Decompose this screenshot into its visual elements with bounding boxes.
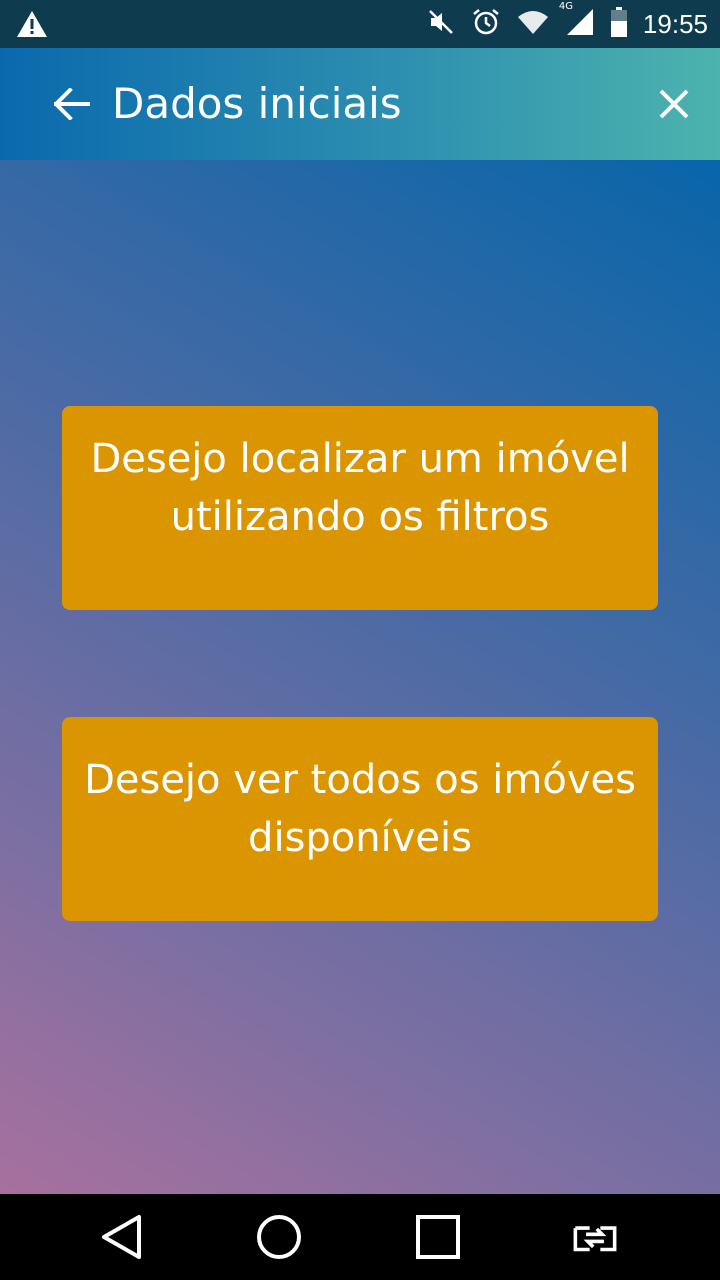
switch-app-icon[interactable] <box>570 1212 620 1262</box>
alarm-icon <box>471 7 501 41</box>
main-content: Desejo localizar um imóvel utilizando os… <box>0 160 720 1194</box>
battery-icon <box>610 7 627 41</box>
close-icon[interactable] <box>654 84 694 124</box>
recents-square-icon[interactable] <box>413 1212 463 1262</box>
button-label-line: utilizando os filtros <box>170 494 550 540</box>
wifi-icon <box>517 9 549 39</box>
view-all-properties-button[interactable]: Desejo ver todos os imóves disponíveis <box>62 717 658 921</box>
back-triangle-icon[interactable] <box>96 1212 146 1262</box>
arrow-back-icon[interactable] <box>52 84 92 124</box>
button-label-line: Desejo ver todos os imóves <box>84 757 636 803</box>
clock: 19:55 <box>642 8 708 39</box>
network-type-label: 4G <box>558 1 574 12</box>
home-circle-icon[interactable] <box>254 1212 304 1262</box>
search-with-filters-button[interactable]: Desejo localizar um imóvel utilizando os… <box>62 406 658 610</box>
app-bar: Dados iniciais <box>0 48 720 160</box>
status-bar: 4G 19:55 <box>0 0 720 48</box>
navigation-bar <box>0 1194 720 1280</box>
button-label-line: Desejo localizar um imóvel <box>90 436 630 482</box>
warning-icon <box>16 10 48 42</box>
signal-icon: 4G <box>559 1 595 41</box>
button-label-line: disponíveis <box>248 815 472 861</box>
mute-icon <box>427 8 455 40</box>
page-title: Dados iniciais <box>112 79 402 128</box>
